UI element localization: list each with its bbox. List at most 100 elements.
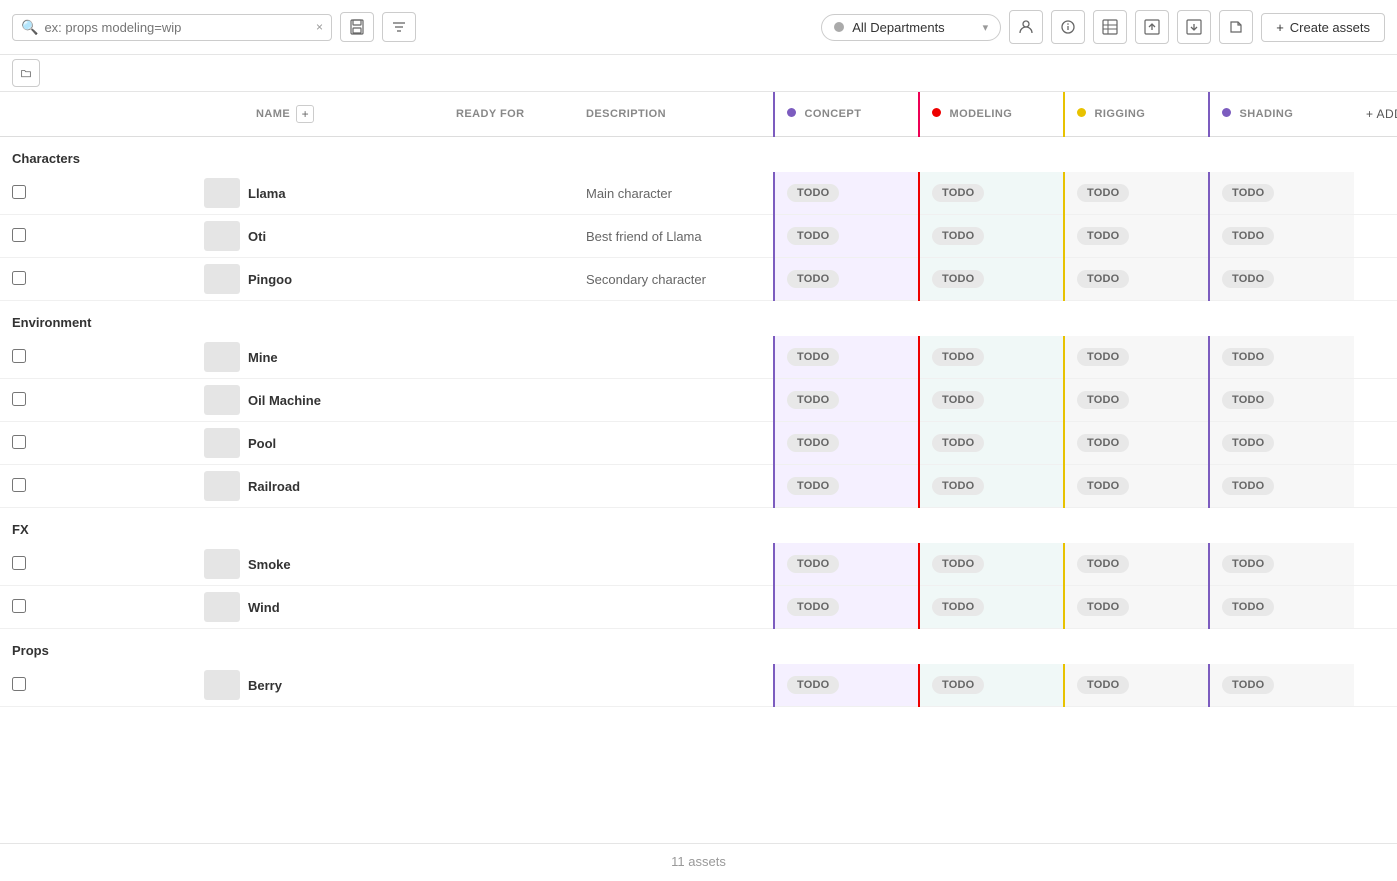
asset-thumbnail — [204, 670, 240, 700]
extra-task-cell — [1354, 465, 1397, 508]
footer: 11 assets — [0, 843, 1397, 879]
row-checkbox-cell — [0, 543, 200, 586]
asset-ready — [444, 336, 574, 379]
concept-task-cell[interactable]: TODO — [774, 422, 919, 465]
row-checkbox[interactable] — [12, 392, 26, 406]
rigging-task-cell[interactable]: TODO — [1064, 586, 1209, 629]
th-rigging: Rigging — [1064, 92, 1209, 137]
person-icon-button[interactable] — [1009, 10, 1043, 44]
table-row: Berry TODO TODO TODO TODO — [0, 664, 1397, 707]
rigging-task-cell[interactable]: TODO — [1064, 664, 1209, 707]
asset-name[interactable]: Mine — [244, 336, 444, 379]
concept-task-cell[interactable]: TODO — [774, 465, 919, 508]
modeling-task-cell[interactable]: TODO — [919, 336, 1064, 379]
modeling-task-cell[interactable]: TODO — [919, 422, 1064, 465]
asset-thumbnail — [204, 549, 240, 579]
table-view-button[interactable] — [1093, 10, 1127, 44]
rigging-task-cell[interactable]: TODO — [1064, 465, 1209, 508]
asset-name[interactable]: Wind — [244, 586, 444, 629]
shading-task-cell[interactable]: TODO — [1209, 586, 1354, 629]
row-checkbox[interactable] — [12, 349, 26, 363]
search-wrapper: 🔍 × — [12, 14, 332, 41]
shading-task-cell[interactable]: TODO — [1209, 379, 1354, 422]
row-thumb-cell — [200, 422, 244, 465]
concept-task-cell[interactable]: TODO — [774, 215, 919, 258]
asset-name[interactable]: Smoke — [244, 543, 444, 586]
shading-task-cell[interactable]: TODO — [1209, 172, 1354, 215]
extra-task-cell — [1354, 543, 1397, 586]
shading-task-cell[interactable]: TODO — [1209, 336, 1354, 379]
asset-name[interactable]: Pingoo — [244, 258, 444, 301]
row-checkbox[interactable] — [12, 556, 26, 570]
rigging-task-cell[interactable]: TODO — [1064, 172, 1209, 215]
concept-task-cell[interactable]: TODO — [774, 586, 919, 629]
asset-description: Main character — [574, 172, 774, 215]
concept-task-cell[interactable]: TODO — [774, 379, 919, 422]
todo-badge: TODO — [787, 348, 839, 366]
add-column-button[interactable]: + — [296, 105, 314, 123]
download-button[interactable] — [1177, 10, 1211, 44]
row-checkbox[interactable] — [12, 435, 26, 449]
concept-task-cell[interactable]: TODO — [774, 172, 919, 215]
group-header-row: FX — [0, 508, 1397, 544]
concept-task-cell[interactable]: TODO — [774, 336, 919, 379]
row-checkbox[interactable] — [12, 185, 26, 199]
add-tasks-label[interactable]: + Add tasks — [1366, 107, 1397, 121]
rigging-task-cell[interactable]: TODO — [1064, 215, 1209, 258]
modeling-task-cell[interactable]: TODO — [919, 664, 1064, 707]
modeling-task-cell[interactable]: TODO — [919, 465, 1064, 508]
concept-task-cell[interactable]: TODO — [774, 664, 919, 707]
clear-search-button[interactable]: × — [316, 20, 323, 34]
shading-task-cell[interactable]: TODO — [1209, 664, 1354, 707]
row-checkbox-cell — [0, 422, 200, 465]
todo-badge: TODO — [787, 227, 839, 245]
shading-task-cell[interactable]: TODO — [1209, 258, 1354, 301]
rigging-task-cell[interactable]: TODO — [1064, 379, 1209, 422]
shading-task-cell[interactable]: TODO — [1209, 465, 1354, 508]
th-checkbox — [0, 92, 200, 137]
asset-name[interactable]: Llama — [244, 172, 444, 215]
dept-status-dot — [834, 22, 844, 32]
save-search-button[interactable] — [340, 12, 374, 42]
row-checkbox[interactable] — [12, 677, 26, 691]
folder-button[interactable] — [12, 59, 40, 87]
row-checkbox[interactable] — [12, 228, 26, 242]
row-checkbox[interactable] — [12, 271, 26, 285]
concept-task-cell[interactable]: TODO — [774, 258, 919, 301]
row-checkbox-cell — [0, 336, 200, 379]
row-checkbox[interactable] — [12, 478, 26, 492]
asset-name[interactable]: Berry — [244, 664, 444, 707]
modeling-task-cell[interactable]: TODO — [919, 215, 1064, 258]
rigging-task-cell[interactable]: TODO — [1064, 543, 1209, 586]
modeling-task-cell[interactable]: TODO — [919, 258, 1064, 301]
info-icon-button[interactable] — [1051, 10, 1085, 44]
rigging-task-cell[interactable]: TODO — [1064, 258, 1209, 301]
rigging-task-cell[interactable]: TODO — [1064, 422, 1209, 465]
create-assets-button[interactable]: + Create assets — [1261, 13, 1385, 42]
row-checkbox-cell — [0, 172, 200, 215]
filter-button[interactable] — [382, 12, 416, 42]
shading-task-cell[interactable]: TODO — [1209, 215, 1354, 258]
department-dropdown[interactable]: All Departments ▾ — [821, 14, 1001, 41]
rigging-task-cell[interactable]: TODO — [1064, 336, 1209, 379]
modeling-task-cell[interactable]: TODO — [919, 543, 1064, 586]
asset-name[interactable]: Oil Machine — [244, 379, 444, 422]
modeling-task-cell[interactable]: TODO — [919, 379, 1064, 422]
shading-task-cell[interactable]: TODO — [1209, 422, 1354, 465]
extra-task-cell — [1354, 422, 1397, 465]
search-input[interactable] — [44, 20, 310, 35]
asset-name[interactable]: Railroad — [244, 465, 444, 508]
row-checkbox[interactable] — [12, 599, 26, 613]
shading-col-label: Shading — [1240, 108, 1294, 120]
asset-name[interactable]: Oti — [244, 215, 444, 258]
table-row: Oti Best friend of Llama TODO TODO TODO … — [0, 215, 1397, 258]
concept-task-cell[interactable]: TODO — [774, 543, 919, 586]
asset-description — [574, 336, 774, 379]
asset-name[interactable]: Pool — [244, 422, 444, 465]
modeling-task-cell[interactable]: TODO — [919, 172, 1064, 215]
modeling-task-cell[interactable]: TODO — [919, 586, 1064, 629]
upload-button[interactable] — [1135, 10, 1169, 44]
modeling-dot — [932, 108, 941, 117]
export-button[interactable] — [1219, 10, 1253, 44]
shading-task-cell[interactable]: TODO — [1209, 543, 1354, 586]
